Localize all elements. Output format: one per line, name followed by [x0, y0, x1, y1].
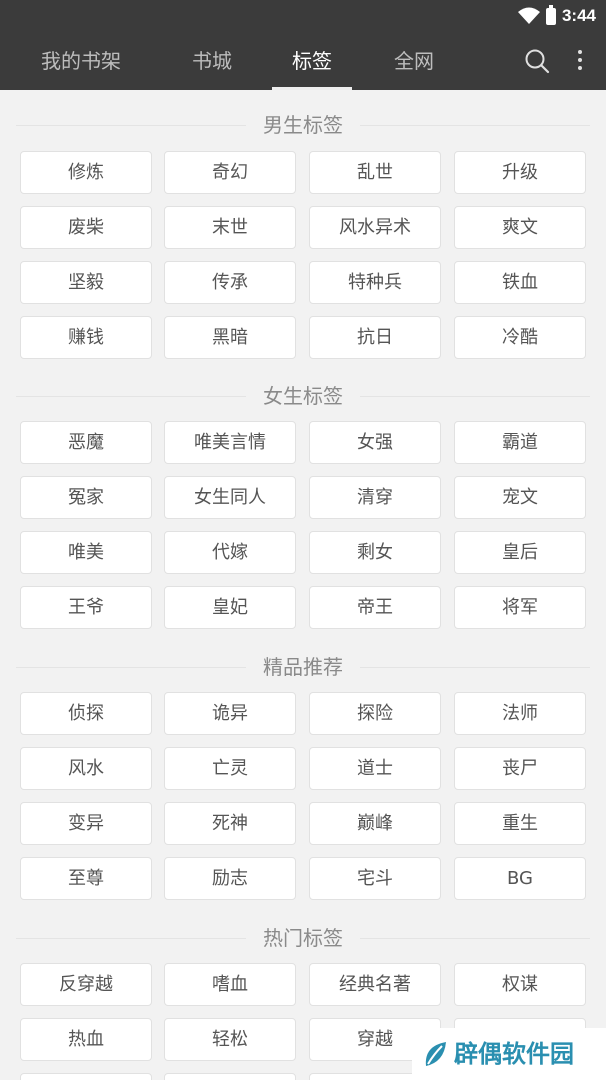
tag-button[interactable]: 女生同人 — [164, 476, 296, 519]
tag-button[interactable]: 黑暗 — [164, 316, 296, 359]
tag-button[interactable]: 至尊 — [20, 857, 152, 900]
tab-bookstore[interactable]: 书城 — [172, 34, 252, 90]
tab-bookshelf[interactable]: 我的书架 — [20, 34, 142, 90]
section-title: 女生标签 — [16, 381, 590, 411]
tag-button[interactable]: 诡异 — [164, 692, 296, 735]
tag-button[interactable]: BG — [454, 857, 586, 900]
tag-button[interactable]: 侦探 — [20, 692, 152, 735]
tag-button[interactable]: 风水 — [20, 747, 152, 790]
tag-button[interactable]: 末世 — [164, 206, 296, 249]
tag-button[interactable]: 亡灵 — [164, 747, 296, 790]
tag-button[interactable]: 修炼 — [20, 151, 152, 194]
more-vert-icon[interactable] — [570, 46, 590, 76]
tag-button[interactable]: 恶魔 — [20, 421, 152, 464]
tag-button[interactable]: 爽文 — [454, 206, 586, 249]
tag-button[interactable] — [164, 1073, 296, 1080]
tag-button[interactable]: 清穿 — [309, 476, 441, 519]
tag-button[interactable]: 乱世 — [309, 151, 441, 194]
tag-button[interactable]: 皇妃 — [164, 586, 296, 629]
tags-content[interactable]: 男生标签 修炼 奇幻 乱世 升级 废柴 末世 风水异术 爽文 坚毅 传承 特种兵… — [0, 90, 606, 1080]
tag-button[interactable]: 奇幻 — [164, 151, 296, 194]
top-nav: 我的书架 书城 标签 全网 — [0, 34, 606, 90]
watermark-logo: 辟偶软件园 — [412, 1028, 606, 1080]
status-bar: 3:44 — [0, 0, 606, 34]
section-title: 热门标签 — [16, 923, 590, 953]
status-time: 3:44 — [561, 6, 596, 25]
tag-button[interactable]: 嗜血 — [164, 963, 296, 1006]
tag-button[interactable]: 死神 — [164, 802, 296, 845]
tag-button[interactable]: 巅峰 — [309, 802, 441, 845]
tag-button[interactable]: 宠文 — [454, 476, 586, 519]
tag-button[interactable]: 丧尸 — [454, 747, 586, 790]
tag-button[interactable]: 变异 — [20, 802, 152, 845]
tab-tags[interactable]: 标签 — [272, 34, 352, 90]
tag-button[interactable]: 升级 — [454, 151, 586, 194]
section-title: 男生标签 — [16, 110, 590, 140]
tag-button[interactable]: 坚毅 — [20, 261, 152, 304]
wifi-icon — [518, 7, 540, 24]
tag-button[interactable]: 铁血 — [454, 261, 586, 304]
search-icon[interactable] — [524, 48, 550, 74]
tag-button[interactable]: 法师 — [454, 692, 586, 735]
tag-button[interactable]: 皇后 — [454, 531, 586, 574]
tag-button[interactable]: 将军 — [454, 586, 586, 629]
watermark-text: 辟偶软件园 — [454, 1040, 574, 1068]
tag-button[interactable]: 霸道 — [454, 421, 586, 464]
tag-button[interactable]: 经典名著 — [309, 963, 441, 1006]
tag-button[interactable]: 反穿越 — [20, 963, 152, 1006]
battery-icon — [546, 5, 556, 25]
tag-button[interactable]: 传承 — [164, 261, 296, 304]
tag-button[interactable]: 重生 — [454, 802, 586, 845]
tag-button[interactable]: 轻松 — [164, 1018, 296, 1061]
tag-button[interactable]: 探险 — [309, 692, 441, 735]
tag-button[interactable]: 风水异术 — [309, 206, 441, 249]
tag-button[interactable]: 权谋 — [454, 963, 586, 1006]
tag-button[interactable]: 特种兵 — [309, 261, 441, 304]
tag-button[interactable]: 唯美言情 — [164, 421, 296, 464]
tag-button[interactable]: 废柴 — [20, 206, 152, 249]
tab-label: 全网 — [394, 49, 434, 73]
tag-button[interactable]: 宅斗 — [309, 857, 441, 900]
tag-button[interactable]: 道士 — [309, 747, 441, 790]
tag-button[interactable]: 抗日 — [309, 316, 441, 359]
tab-label: 标签 — [292, 49, 332, 73]
tag-button[interactable]: 热血 — [20, 1018, 152, 1061]
tab-web[interactable]: 全网 — [374, 34, 454, 90]
tag-button[interactable]: 赚钱 — [20, 316, 152, 359]
leaf-logo-icon — [425, 1042, 446, 1066]
tag-button[interactable]: 代嫁 — [164, 531, 296, 574]
tag-button[interactable]: 励志 — [164, 857, 296, 900]
tag-button[interactable]: 帝王 — [309, 586, 441, 629]
tag-button[interactable]: 冷酷 — [454, 316, 586, 359]
tag-button[interactable]: 剩女 — [309, 531, 441, 574]
tag-button[interactable]: 王爷 — [20, 586, 152, 629]
tab-label: 我的书架 — [41, 49, 121, 73]
tag-button[interactable]: 女强 — [309, 421, 441, 464]
tag-button[interactable]: 唯美 — [20, 531, 152, 574]
section-title: 精品推荐 — [16, 652, 590, 682]
tag-button[interactable] — [20, 1073, 152, 1080]
tag-button[interactable]: 冤家 — [20, 476, 152, 519]
tab-label: 书城 — [192, 49, 232, 73]
